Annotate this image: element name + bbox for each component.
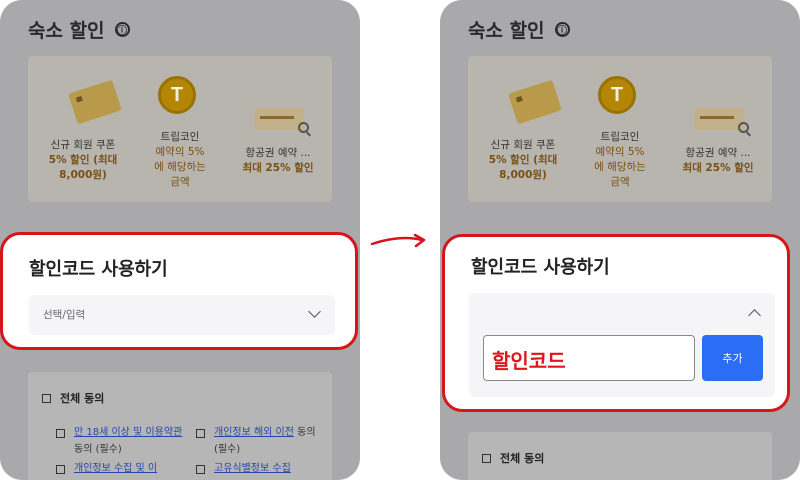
- chevron-down-icon: [308, 305, 321, 318]
- terms-item: 개인정보 수집 및 이: [74, 460, 189, 477]
- arrow-icon: [370, 233, 426, 248]
- discount-code-card-collapsed: 할인코드 사용하기 선택/입력: [0, 232, 358, 350]
- terms-item: 개인정보 해외 이전 동의 (필수): [214, 427, 316, 455]
- page-title-text: 숙소 할인: [468, 20, 545, 42]
- agree-all-checkbox[interactable]: [42, 394, 51, 403]
- promo-label: 신규 회원 쿠폰: [490, 139, 556, 151]
- tripcoin-icon: T: [598, 76, 636, 114]
- discount-code-value: 할인코드: [492, 349, 566, 373]
- terms-checkbox[interactable]: [196, 429, 205, 438]
- discount-code-card-expanded: 할인코드 사용하기 할인코드 추가: [442, 234, 790, 412]
- promo-detail: 예약의 5%: [595, 146, 645, 158]
- page-title: 숙소 할인 ⓘ: [28, 16, 130, 43]
- promo-detail: 에 해당하는: [594, 161, 646, 173]
- promo-detail: 예약의 5%: [155, 146, 205, 158]
- promo-detail: 최대 25% 할인: [242, 162, 314, 174]
- page-title-text: 숙소 할인: [28, 20, 105, 42]
- promo-label: 트립코인: [160, 131, 200, 143]
- terms-checkbox[interactable]: [56, 465, 65, 474]
- terms-checkbox[interactable]: [56, 429, 65, 438]
- agreement-box: 전체 동의: [468, 432, 772, 480]
- coupon-icon: [508, 79, 562, 125]
- terms-link[interactable]: 고유식별정보 수집: [214, 463, 291, 474]
- promo-detail: 5% 할인 (최대: [48, 154, 118, 166]
- terms-link[interactable]: 만 18세 이상 및 이용약관: [74, 427, 182, 438]
- discount-code-title: 할인코드 사용하기: [471, 257, 610, 278]
- promo-detail: 8,000원): [499, 169, 547, 181]
- add-code-button[interactable]: 추가: [702, 335, 763, 381]
- agreement-box: 전체 동의 만 18세 이상 및 이용약관 동의 (필수) 개인정보 해외 이전…: [28, 372, 332, 480]
- agree-all-label: 전체 동의: [500, 452, 545, 465]
- promo-detail: 에 해당하는: [154, 161, 206, 173]
- promo-label: 항공권 예약 ...: [685, 147, 751, 159]
- discount-code-title: 할인코드 사용하기: [29, 259, 168, 280]
- info-icon[interactable]: ⓘ: [554, 22, 570, 37]
- promo-detail: 5% 할인 (최대: [488, 154, 558, 166]
- promo-label: 트립코인: [600, 131, 640, 143]
- info-icon[interactable]: ⓘ: [114, 22, 130, 37]
- ticket-icon: [694, 108, 744, 130]
- discount-code-input[interactable]: 할인코드: [483, 335, 695, 381]
- terms-link[interactable]: 개인정보 해외 이전: [214, 427, 294, 438]
- magnifier-icon: [738, 122, 749, 133]
- terms-link[interactable]: 개인정보 수집 및 이: [74, 463, 157, 474]
- agree-all-label: 전체 동의: [60, 392, 105, 405]
- promo-detail: 금액: [170, 176, 190, 188]
- ticket-icon: [254, 108, 304, 130]
- terms-checkbox[interactable]: [196, 465, 205, 474]
- promo-detail: 최대 25% 할인: [682, 162, 754, 174]
- tripcoin-icon: T: [158, 76, 196, 114]
- chevron-up-icon[interactable]: [748, 309, 761, 322]
- page-title: 숙소 할인 ⓘ: [468, 16, 570, 43]
- promo-detail: 8,000원): [59, 169, 107, 181]
- promo-label: 항공권 예약 ...: [245, 147, 311, 159]
- magnifier-icon: [298, 122, 309, 133]
- promo-box: 신규 회원 쿠폰 5% 할인 (최대 8,000원) T 트립코인 예약의 5%…: [468, 56, 772, 202]
- discount-code-select[interactable]: 선택/입력: [29, 295, 335, 335]
- select-placeholder: 선택/입력: [43, 309, 86, 321]
- promo-box: 신규 회원 쿠폰 5% 할인 (최대 8,000원) T 트립코인 예약의 5%…: [28, 56, 332, 202]
- promo-detail: 금액: [610, 176, 630, 188]
- terms-item: 만 18세 이상 및 이용약관 동의 (필수): [74, 427, 183, 455]
- terms-item: 고유식별정보 수집: [214, 460, 329, 477]
- coupon-icon: [68, 79, 122, 125]
- agree-all-checkbox[interactable]: [482, 454, 491, 463]
- promo-label: 신규 회원 쿠폰: [50, 139, 116, 151]
